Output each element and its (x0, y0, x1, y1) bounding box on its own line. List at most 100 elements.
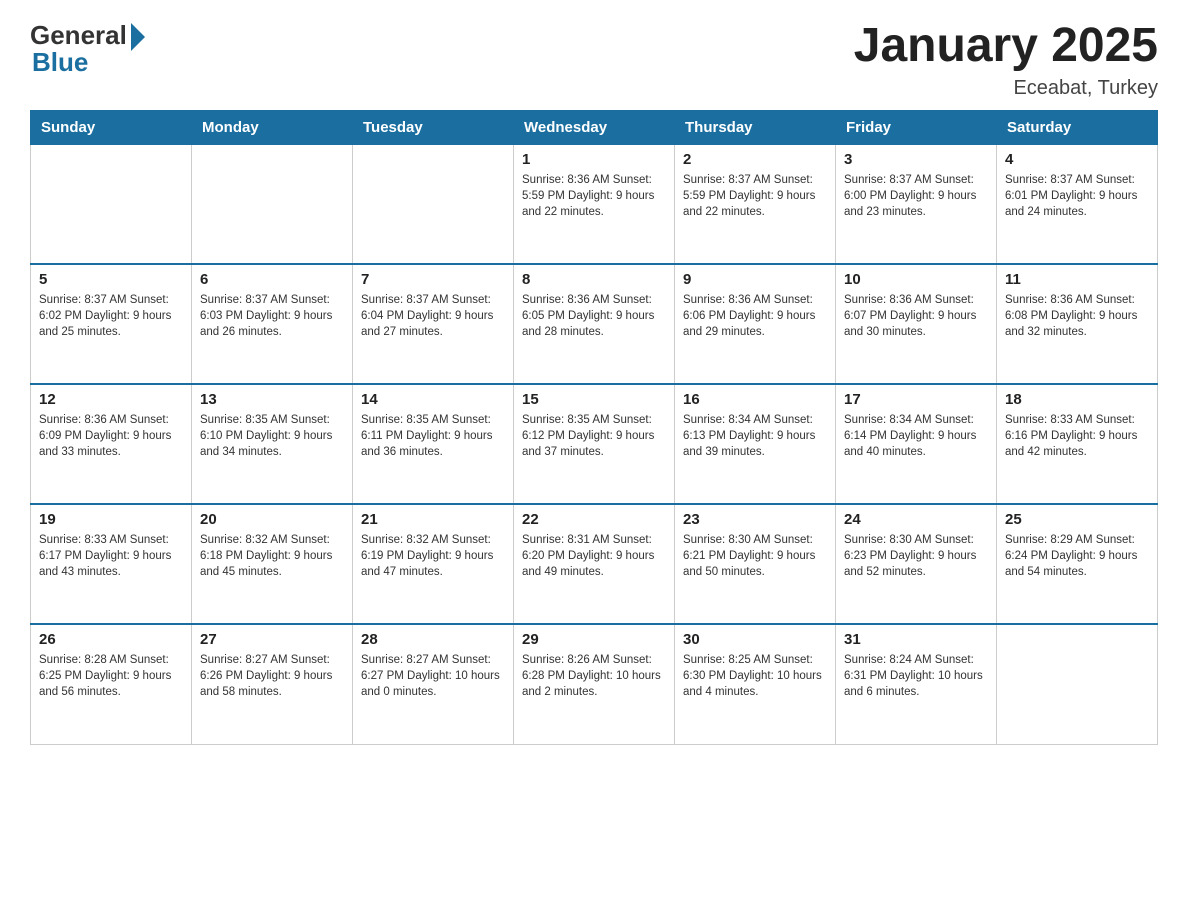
calendar-cell: 29 Sunrise: 8:26 AM Sunset: 6:28 PM Dayli… (514, 624, 675, 744)
day-info: Sunrise: 8:35 AM Sunset: 6:12 PM Dayligh… (522, 412, 666, 460)
day-info: Sunrise: 8:28 AM Sunset: 6:25 PM Dayligh… (39, 652, 183, 700)
calendar-cell: 9 Sunrise: 8:36 AM Sunset: 6:06 PM Daylig… (675, 264, 836, 384)
day-number: 31 (844, 631, 988, 648)
calendar-body: 1 Sunrise: 8:36 AM Sunset: 5:59 PM Daylig… (31, 144, 1158, 744)
calendar-title: January 2025 (854, 20, 1158, 73)
calendar-cell: 27 Sunrise: 8:27 AM Sunset: 6:26 PM Dayli… (192, 624, 353, 744)
calendar-cell: 3 Sunrise: 8:37 AM Sunset: 6:00 PM Daylig… (836, 144, 997, 264)
calendar-table: SundayMondayTuesdayWednesdayThursdayFrid… (30, 110, 1158, 745)
day-number: 24 (844, 511, 988, 528)
day-number: 16 (683, 391, 827, 408)
day-number: 3 (844, 151, 988, 168)
day-number: 11 (1005, 271, 1149, 288)
calendar-cell (353, 144, 514, 264)
day-number: 25 (1005, 511, 1149, 528)
day-info: Sunrise: 8:37 AM Sunset: 6:01 PM Dayligh… (1005, 172, 1149, 220)
day-number: 18 (1005, 391, 1149, 408)
calendar-cell: 15 Sunrise: 8:35 AM Sunset: 6:12 PM Dayli… (514, 384, 675, 504)
day-number: 27 (200, 631, 344, 648)
week-row-2: 12Sunrise: 8:36 AM Sunset: 6:09 PM Dayli… (31, 384, 1158, 504)
calendar-cell (997, 624, 1158, 744)
day-number: 6 (200, 271, 344, 288)
day-info: Sunrise: 8:36 AM Sunset: 6:08 PM Dayligh… (1005, 292, 1149, 340)
day-info: Sunrise: 8:26 AM Sunset: 6:28 PM Dayligh… (522, 652, 666, 700)
day-info: Sunrise: 8:30 AM Sunset: 6:23 PM Dayligh… (844, 532, 988, 580)
week-row-3: 19 Sunrise: 8:33 AM Sunset: 6:17 PM Dayli… (31, 504, 1158, 624)
page-header: General Blue January 2025 Eceabat, Turke… (30, 20, 1158, 100)
calendar-cell: 22Sunrise: 8:31 AM Sunset: 6:20 PM Dayli… (514, 504, 675, 624)
calendar-cell: 13 Sunrise: 8:35 AM Sunset: 6:10 PM Dayli… (192, 384, 353, 504)
calendar-cell: 25 Sunrise: 8:29 AM Sunset: 6:24 PM Dayli… (997, 504, 1158, 624)
header-row: SundayMondayTuesdayWednesdayThursdayFrid… (31, 110, 1158, 144)
calendar-cell: 16 Sunrise: 8:34 AM Sunset: 6:13 PM Dayli… (675, 384, 836, 504)
day-number: 15 (522, 391, 666, 408)
day-number: 9 (683, 271, 827, 288)
calendar-cell: 11 Sunrise: 8:36 AM Sunset: 6:08 PM Dayli… (997, 264, 1158, 384)
day-number: 4 (1005, 151, 1149, 168)
calendar-cell: 23 Sunrise: 8:30 AM Sunset: 6:21 PM Dayli… (675, 504, 836, 624)
logo-blue-text: Blue (32, 47, 88, 78)
calendar-header: SundayMondayTuesdayWednesdayThursdayFrid… (31, 110, 1158, 144)
calendar-cell: 26 Sunrise: 8:28 AM Sunset: 6:25 PM Dayli… (31, 624, 192, 744)
day-info: Sunrise: 8:36 AM Sunset: 5:59 PM Dayligh… (522, 172, 666, 220)
day-number: 13 (200, 391, 344, 408)
day-number: 30 (683, 631, 827, 648)
day-info: Sunrise: 8:37 AM Sunset: 6:00 PM Dayligh… (844, 172, 988, 220)
day-info: Sunrise: 8:37 AM Sunset: 6:04 PM Dayligh… (361, 292, 505, 340)
day-info: Sunrise: 8:34 AM Sunset: 6:14 PM Dayligh… (844, 412, 988, 460)
calendar-cell: 19 Sunrise: 8:33 AM Sunset: 6:17 PM Dayli… (31, 504, 192, 624)
logo: General Blue (30, 20, 145, 78)
calendar-cell: 18Sunrise: 8:33 AM Sunset: 6:16 PM Dayli… (997, 384, 1158, 504)
day-info: Sunrise: 8:36 AM Sunset: 6:07 PM Dayligh… (844, 292, 988, 340)
day-info: Sunrise: 8:25 AM Sunset: 6:30 PM Dayligh… (683, 652, 827, 700)
day-info: Sunrise: 8:30 AM Sunset: 6:21 PM Dayligh… (683, 532, 827, 580)
day-number: 8 (522, 271, 666, 288)
header-sunday: Sunday (31, 110, 192, 144)
day-info: Sunrise: 8:35 AM Sunset: 6:10 PM Dayligh… (200, 412, 344, 460)
calendar-cell: 6 Sunrise: 8:37 AM Sunset: 6:03 PM Daylig… (192, 264, 353, 384)
calendar-cell: 1 Sunrise: 8:36 AM Sunset: 5:59 PM Daylig… (514, 144, 675, 264)
day-info: Sunrise: 8:27 AM Sunset: 6:26 PM Dayligh… (200, 652, 344, 700)
calendar-cell: 14 Sunrise: 8:35 AM Sunset: 6:11 PM Dayli… (353, 384, 514, 504)
day-info: Sunrise: 8:37 AM Sunset: 6:03 PM Dayligh… (200, 292, 344, 340)
week-row-0: 1 Sunrise: 8:36 AM Sunset: 5:59 PM Daylig… (31, 144, 1158, 264)
day-number: 29 (522, 631, 666, 648)
calendar-cell: 24 Sunrise: 8:30 AM Sunset: 6:23 PM Dayli… (836, 504, 997, 624)
day-number: 21 (361, 511, 505, 528)
day-number: 19 (39, 511, 183, 528)
day-number: 26 (39, 631, 183, 648)
calendar-cell: 20Sunrise: 8:32 AM Sunset: 6:18 PM Dayli… (192, 504, 353, 624)
week-row-4: 26 Sunrise: 8:28 AM Sunset: 6:25 PM Dayli… (31, 624, 1158, 744)
day-info: Sunrise: 8:35 AM Sunset: 6:11 PM Dayligh… (361, 412, 505, 460)
day-number: 1 (522, 151, 666, 168)
calendar-cell: 7 Sunrise: 8:37 AM Sunset: 6:04 PM Daylig… (353, 264, 514, 384)
calendar-subtitle: Eceabat, Turkey (854, 77, 1158, 100)
day-number: 22 (522, 511, 666, 528)
day-info: Sunrise: 8:36 AM Sunset: 6:05 PM Dayligh… (522, 292, 666, 340)
day-number: 14 (361, 391, 505, 408)
day-info: Sunrise: 8:33 AM Sunset: 6:17 PM Dayligh… (39, 532, 183, 580)
calendar-cell: 4 Sunrise: 8:37 AM Sunset: 6:01 PM Daylig… (997, 144, 1158, 264)
header-wednesday: Wednesday (514, 110, 675, 144)
day-info: Sunrise: 8:37 AM Sunset: 6:02 PM Dayligh… (39, 292, 183, 340)
day-info: Sunrise: 8:34 AM Sunset: 6:13 PM Dayligh… (683, 412, 827, 460)
day-number: 7 (361, 271, 505, 288)
day-info: Sunrise: 8:29 AM Sunset: 6:24 PM Dayligh… (1005, 532, 1149, 580)
day-number: 2 (683, 151, 827, 168)
header-monday: Monday (192, 110, 353, 144)
header-thursday: Thursday (675, 110, 836, 144)
day-info: Sunrise: 8:36 AM Sunset: 6:06 PM Dayligh… (683, 292, 827, 340)
header-saturday: Saturday (997, 110, 1158, 144)
calendar-cell (192, 144, 353, 264)
header-friday: Friday (836, 110, 997, 144)
calendar-cell: 31 Sunrise: 8:24 AM Sunset: 6:31 PM Dayli… (836, 624, 997, 744)
day-number: 5 (39, 271, 183, 288)
calendar-cell: 30 Sunrise: 8:25 AM Sunset: 6:30 PM Dayli… (675, 624, 836, 744)
calendar-cell: 21Sunrise: 8:32 AM Sunset: 6:19 PM Dayli… (353, 504, 514, 624)
day-number: 23 (683, 511, 827, 528)
week-row-1: 5 Sunrise: 8:37 AM Sunset: 6:02 PM Daylig… (31, 264, 1158, 384)
day-number: 10 (844, 271, 988, 288)
calendar-cell: 10 Sunrise: 8:36 AM Sunset: 6:07 PM Dayli… (836, 264, 997, 384)
day-info: Sunrise: 8:24 AM Sunset: 6:31 PM Dayligh… (844, 652, 988, 700)
title-area: January 2025 Eceabat, Turkey (854, 20, 1158, 100)
